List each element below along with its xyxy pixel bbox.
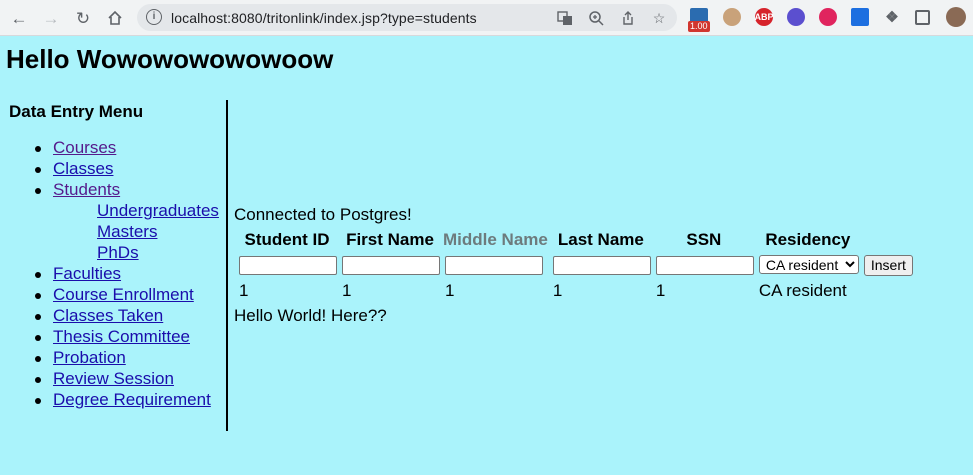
bullet-icon <box>35 188 41 194</box>
link-faculties[interactable]: Faculties <box>53 264 121 284</box>
cell-input <box>551 253 651 277</box>
translate-icon[interactable] <box>556 9 574 27</box>
link-degree-requirement[interactable]: Degree Requirement <box>53 390 211 410</box>
adblock-icon[interactable]: ABP <box>755 8 774 26</box>
bullet-icon <box>35 314 41 320</box>
header-residency: Residency <box>765 230 851 249</box>
students-table: Student ID First Name Middle Name Last N… <box>234 227 916 305</box>
link-classes-taken[interactable]: Classes Taken <box>53 306 163 326</box>
link-masters[interactable]: Masters <box>97 222 157 242</box>
header-last-name: Last Name <box>557 230 644 249</box>
extension-avatar-icon[interactable] <box>723 8 741 26</box>
header-first-name: First Name <box>346 230 434 249</box>
forward-arrow-icon[interactable]: → <box>40 7 62 29</box>
home-icon[interactable] <box>104 7 126 29</box>
bullet-icon <box>35 293 41 299</box>
cell-residency: CA resident <box>758 281 847 300</box>
back-arrow-icon[interactable]: ← <box>8 7 30 29</box>
bullet-icon <box>35 146 41 152</box>
cell-input <box>654 253 754 277</box>
bookmark-star-icon[interactable]: ☆ <box>650 9 668 27</box>
cell-input: Insert <box>862 253 913 277</box>
page-title: Hello Wowowowowowoow <box>6 44 334 74</box>
extension-y-icon[interactable] <box>819 8 837 26</box>
cell-input <box>340 253 440 277</box>
cell-input <box>237 253 337 277</box>
bullet-icon <box>35 335 41 341</box>
link-courses[interactable]: Courses <box>53 138 116 158</box>
bullet-icon <box>35 356 41 362</box>
ssn-input[interactable] <box>655 255 754 275</box>
link-course-enrollment[interactable]: Course Enrollment <box>53 285 194 305</box>
residency-select[interactable]: CA resident <box>758 255 859 274</box>
link-phds[interactable]: PhDs <box>97 243 139 263</box>
extension-trello-icon[interactable] <box>851 8 869 26</box>
link-thesis-committee[interactable]: Thesis Committee <box>53 327 190 347</box>
bullet-icon <box>35 377 41 383</box>
cell-input: CA resident <box>757 253 859 277</box>
bullet-icon <box>35 398 41 404</box>
header-action <box>862 229 913 251</box>
profile-avatar[interactable] <box>946 7 966 27</box>
cell-ssn: 1 <box>655 281 666 300</box>
zoom-badge: 1.00 <box>688 21 710 32</box>
cell-student-id: 1 <box>239 281 249 300</box>
cell-input <box>443 253 548 277</box>
cell-middle-name: 1 <box>445 281 455 300</box>
link-classes[interactable]: Classes <box>53 159 113 179</box>
connection-status: Connected to Postgres! <box>234 205 412 224</box>
footer-message: Hello World! Here?? <box>234 306 387 325</box>
middle-name-input[interactable] <box>445 255 543 275</box>
header-ssn: SSN <box>686 230 722 249</box>
header-middle-name: Middle Name <box>443 230 548 249</box>
link-probation[interactable]: Probation <box>53 348 126 368</box>
table-row: 1 1 1 1 1 CA resident <box>237 279 913 303</box>
extension-face-icon[interactable] <box>787 8 805 26</box>
site-info-icon[interactable]: i <box>146 9 162 25</box>
cell-empty <box>862 279 913 303</box>
link-students[interactable]: Students <box>53 180 120 200</box>
url-text[interactable]: localhost:8080/tritonlink/index.jsp?type… <box>171 10 477 26</box>
side-panel-icon[interactable] <box>915 10 930 25</box>
address-bar[interactable]: i localhost:8080/tritonlink/index.jsp?ty… <box>137 4 677 31</box>
sidebar-heading: Data Entry Menu <box>9 102 144 121</box>
browser-toolbar: ← → ↻ i localhost:8080/tritonlink/index.… <box>0 0 973 36</box>
last-name-input[interactable] <box>552 255 651 275</box>
bullet-icon <box>35 272 41 278</box>
header-student-id: Student ID <box>244 230 330 249</box>
reload-icon[interactable]: ↻ <box>72 7 94 29</box>
link-undergraduates[interactable]: Undergraduates <box>97 201 219 221</box>
extensions-puzzle-icon[interactable]: ❖ <box>883 8 901 26</box>
bullet-icon <box>35 167 41 173</box>
share-icon[interactable] <box>619 9 637 27</box>
first-name-input[interactable] <box>342 255 440 275</box>
cell-first-name: 1 <box>342 281 352 300</box>
student-id-input[interactable] <box>239 255 337 275</box>
data-entry-sidebar: Data Entry Menu Courses Classes Students… <box>0 100 228 431</box>
zoom-icon[interactable] <box>587 9 605 27</box>
link-review-session[interactable]: Review Session <box>53 369 174 389</box>
table-header-row: Student ID First Name Middle Name Last N… <box>237 229 913 251</box>
insert-form-row: CA resident Insert <box>237 253 913 277</box>
cell-last-name: 1 <box>552 281 563 300</box>
insert-button[interactable]: Insert <box>863 254 913 276</box>
